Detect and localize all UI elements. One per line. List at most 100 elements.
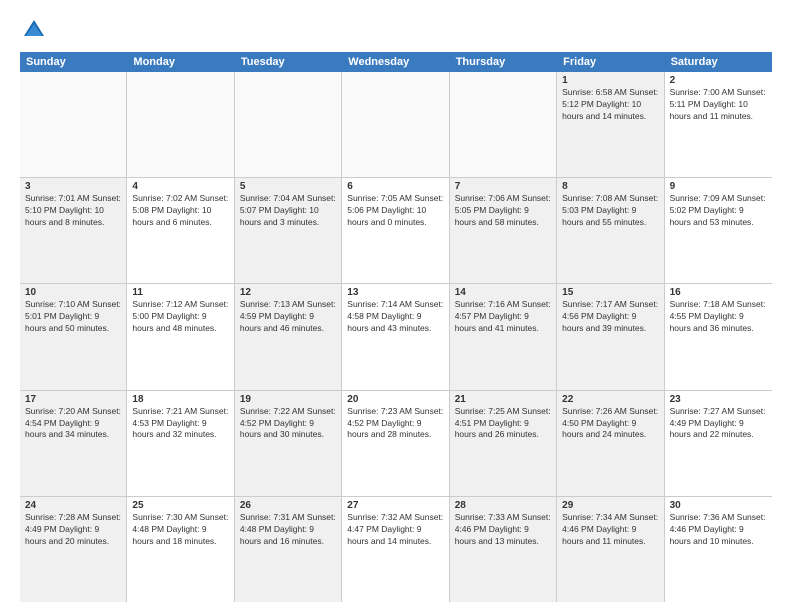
day-info: Sunrise: 7:12 AM Sunset: 5:00 PM Dayligh… [132, 299, 228, 335]
calendar-row-1: 3Sunrise: 7:01 AM Sunset: 5:10 PM Daylig… [20, 178, 772, 284]
day-number: 14 [455, 287, 551, 298]
weekday-header-saturday: Saturday [665, 52, 772, 72]
day-cell-23: 23Sunrise: 7:27 AM Sunset: 4:49 PM Dayli… [665, 391, 772, 496]
day-info: Sunrise: 7:22 AM Sunset: 4:52 PM Dayligh… [240, 406, 336, 442]
day-info: Sunrise: 7:21 AM Sunset: 4:53 PM Dayligh… [132, 406, 228, 442]
logo [20, 16, 52, 44]
day-info: Sunrise: 7:18 AM Sunset: 4:55 PM Dayligh… [670, 299, 767, 335]
day-number: 2 [670, 75, 767, 86]
empty-cell-0-3 [342, 72, 449, 177]
empty-cell-0-0 [20, 72, 127, 177]
day-info: Sunrise: 7:30 AM Sunset: 4:48 PM Dayligh… [132, 512, 228, 548]
day-cell-22: 22Sunrise: 7:26 AM Sunset: 4:50 PM Dayli… [557, 391, 664, 496]
day-cell-2: 2Sunrise: 7:00 AM Sunset: 5:11 PM Daylig… [665, 72, 772, 177]
day-number: 20 [347, 394, 443, 405]
day-number: 5 [240, 181, 336, 192]
weekday-header-monday: Monday [127, 52, 234, 72]
day-cell-14: 14Sunrise: 7:16 AM Sunset: 4:57 PM Dayli… [450, 284, 557, 389]
calendar-row-3: 17Sunrise: 7:20 AM Sunset: 4:54 PM Dayli… [20, 391, 772, 497]
day-number: 7 [455, 181, 551, 192]
header [20, 16, 772, 44]
empty-cell-0-2 [235, 72, 342, 177]
day-cell-20: 20Sunrise: 7:23 AM Sunset: 4:52 PM Dayli… [342, 391, 449, 496]
day-number: 25 [132, 500, 228, 511]
day-number: 9 [670, 181, 767, 192]
day-info: Sunrise: 7:23 AM Sunset: 4:52 PM Dayligh… [347, 406, 443, 442]
day-info: Sunrise: 7:26 AM Sunset: 4:50 PM Dayligh… [562, 406, 658, 442]
day-info: Sunrise: 6:58 AM Sunset: 5:12 PM Dayligh… [562, 87, 658, 123]
day-info: Sunrise: 7:33 AM Sunset: 4:46 PM Dayligh… [455, 512, 551, 548]
day-number: 24 [25, 500, 121, 511]
day-info: Sunrise: 7:10 AM Sunset: 5:01 PM Dayligh… [25, 299, 121, 335]
day-number: 10 [25, 287, 121, 298]
day-cell-18: 18Sunrise: 7:21 AM Sunset: 4:53 PM Dayli… [127, 391, 234, 496]
day-number: 21 [455, 394, 551, 405]
day-number: 1 [562, 75, 658, 86]
day-cell-10: 10Sunrise: 7:10 AM Sunset: 5:01 PM Dayli… [20, 284, 127, 389]
day-number: 27 [347, 500, 443, 511]
weekday-header-wednesday: Wednesday [342, 52, 449, 72]
day-number: 8 [562, 181, 658, 192]
calendar-row-2: 10Sunrise: 7:10 AM Sunset: 5:01 PM Dayli… [20, 284, 772, 390]
day-number: 17 [25, 394, 121, 405]
day-info: Sunrise: 7:04 AM Sunset: 5:07 PM Dayligh… [240, 193, 336, 229]
day-cell-5: 5Sunrise: 7:04 AM Sunset: 5:07 PM Daylig… [235, 178, 342, 283]
day-info: Sunrise: 7:34 AM Sunset: 4:46 PM Dayligh… [562, 512, 658, 548]
day-number: 28 [455, 500, 551, 511]
day-info: Sunrise: 7:17 AM Sunset: 4:56 PM Dayligh… [562, 299, 658, 335]
day-number: 12 [240, 287, 336, 298]
day-info: Sunrise: 7:05 AM Sunset: 5:06 PM Dayligh… [347, 193, 443, 229]
day-number: 29 [562, 500, 658, 511]
day-number: 16 [670, 287, 767, 298]
day-cell-27: 27Sunrise: 7:32 AM Sunset: 4:47 PM Dayli… [342, 497, 449, 602]
day-number: 4 [132, 181, 228, 192]
day-cell-24: 24Sunrise: 7:28 AM Sunset: 4:49 PM Dayli… [20, 497, 127, 602]
day-info: Sunrise: 7:27 AM Sunset: 4:49 PM Dayligh… [670, 406, 767, 442]
day-number: 3 [25, 181, 121, 192]
calendar-row-0: 1Sunrise: 6:58 AM Sunset: 5:12 PM Daylig… [20, 72, 772, 178]
day-cell-6: 6Sunrise: 7:05 AM Sunset: 5:06 PM Daylig… [342, 178, 449, 283]
weekday-header-tuesday: Tuesday [235, 52, 342, 72]
day-cell-28: 28Sunrise: 7:33 AM Sunset: 4:46 PM Dayli… [450, 497, 557, 602]
day-info: Sunrise: 7:00 AM Sunset: 5:11 PM Dayligh… [670, 87, 767, 123]
day-cell-8: 8Sunrise: 7:08 AM Sunset: 5:03 PM Daylig… [557, 178, 664, 283]
day-cell-7: 7Sunrise: 7:06 AM Sunset: 5:05 PM Daylig… [450, 178, 557, 283]
day-cell-26: 26Sunrise: 7:31 AM Sunset: 4:48 PM Dayli… [235, 497, 342, 602]
page: SundayMondayTuesdayWednesdayThursdayFrid… [0, 0, 792, 612]
day-info: Sunrise: 7:01 AM Sunset: 5:10 PM Dayligh… [25, 193, 121, 229]
day-info: Sunrise: 7:36 AM Sunset: 4:46 PM Dayligh… [670, 512, 767, 548]
day-info: Sunrise: 7:06 AM Sunset: 5:05 PM Dayligh… [455, 193, 551, 229]
calendar-row-4: 24Sunrise: 7:28 AM Sunset: 4:49 PM Dayli… [20, 497, 772, 602]
calendar-header: SundayMondayTuesdayWednesdayThursdayFrid… [20, 52, 772, 72]
day-info: Sunrise: 7:09 AM Sunset: 5:02 PM Dayligh… [670, 193, 767, 229]
day-info: Sunrise: 7:32 AM Sunset: 4:47 PM Dayligh… [347, 512, 443, 548]
day-cell-17: 17Sunrise: 7:20 AM Sunset: 4:54 PM Dayli… [20, 391, 127, 496]
day-cell-12: 12Sunrise: 7:13 AM Sunset: 4:59 PM Dayli… [235, 284, 342, 389]
day-info: Sunrise: 7:14 AM Sunset: 4:58 PM Dayligh… [347, 299, 443, 335]
day-number: 11 [132, 287, 228, 298]
day-info: Sunrise: 7:02 AM Sunset: 5:08 PM Dayligh… [132, 193, 228, 229]
calendar-body: 1Sunrise: 6:58 AM Sunset: 5:12 PM Daylig… [20, 72, 772, 602]
day-info: Sunrise: 7:25 AM Sunset: 4:51 PM Dayligh… [455, 406, 551, 442]
day-cell-11: 11Sunrise: 7:12 AM Sunset: 5:00 PM Dayli… [127, 284, 234, 389]
day-info: Sunrise: 7:28 AM Sunset: 4:49 PM Dayligh… [25, 512, 121, 548]
day-number: 30 [670, 500, 767, 511]
calendar: SundayMondayTuesdayWednesdayThursdayFrid… [20, 52, 772, 602]
empty-cell-0-1 [127, 72, 234, 177]
day-number: 26 [240, 500, 336, 511]
day-number: 19 [240, 394, 336, 405]
day-number: 23 [670, 394, 767, 405]
day-info: Sunrise: 7:31 AM Sunset: 4:48 PM Dayligh… [240, 512, 336, 548]
day-cell-3: 3Sunrise: 7:01 AM Sunset: 5:10 PM Daylig… [20, 178, 127, 283]
day-number: 22 [562, 394, 658, 405]
day-cell-19: 19Sunrise: 7:22 AM Sunset: 4:52 PM Dayli… [235, 391, 342, 496]
day-cell-1: 1Sunrise: 6:58 AM Sunset: 5:12 PM Daylig… [557, 72, 664, 177]
day-cell-4: 4Sunrise: 7:02 AM Sunset: 5:08 PM Daylig… [127, 178, 234, 283]
day-info: Sunrise: 7:08 AM Sunset: 5:03 PM Dayligh… [562, 193, 658, 229]
empty-cell-0-4 [450, 72, 557, 177]
day-number: 15 [562, 287, 658, 298]
day-number: 6 [347, 181, 443, 192]
day-cell-13: 13Sunrise: 7:14 AM Sunset: 4:58 PM Dayli… [342, 284, 449, 389]
day-cell-29: 29Sunrise: 7:34 AM Sunset: 4:46 PM Dayli… [557, 497, 664, 602]
logo-icon [20, 16, 48, 44]
